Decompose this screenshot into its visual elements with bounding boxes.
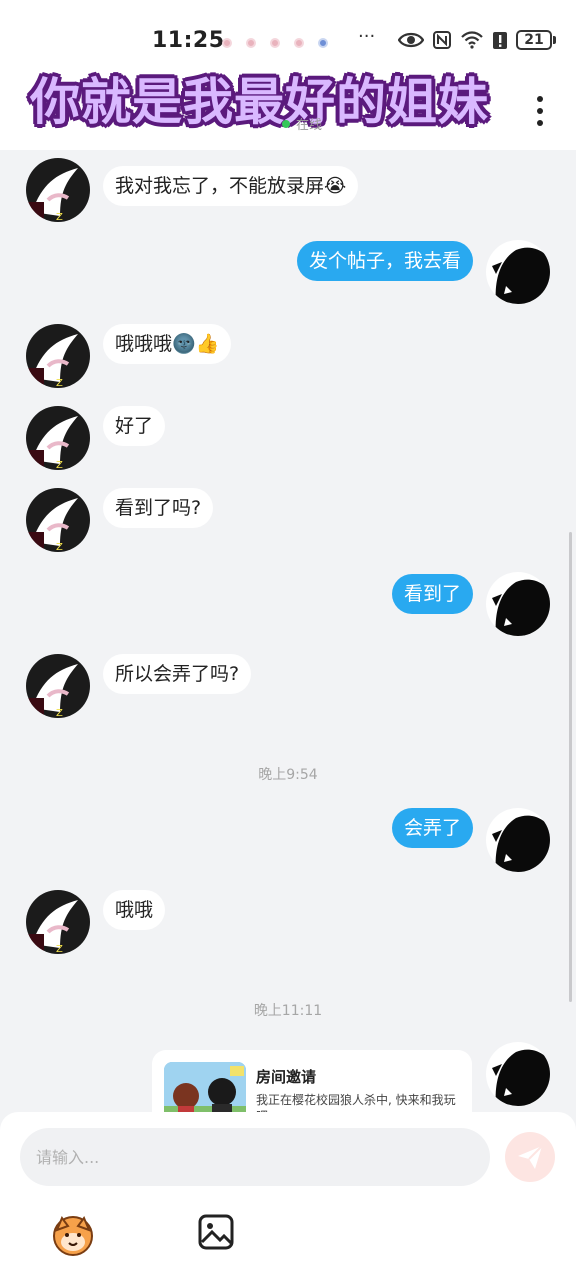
- contact-avatar[interactable]: Z: [26, 158, 90, 222]
- my-avatar[interactable]: [486, 1042, 550, 1106]
- emoji-button[interactable]: [50, 1212, 96, 1258]
- notification-icon: [294, 38, 304, 48]
- message-input[interactable]: [20, 1128, 490, 1186]
- message-bubble[interactable]: 哦哦哦🌚👍: [103, 324, 232, 364]
- message-bubble[interactable]: 会弄了: [391, 808, 473, 848]
- status-time: 11:25: [152, 28, 225, 53]
- notification-icons: [222, 38, 328, 48]
- message-bubble[interactable]: 发个帖子，我去看: [296, 241, 473, 281]
- svg-text:Z: Z: [56, 708, 63, 718]
- svg-text:Z: Z: [56, 542, 63, 552]
- status-more-indicator: ···: [358, 26, 376, 47]
- timestamp: 晚上9:54: [258, 767, 318, 783]
- invite-description: 我正在樱花校园狼人杀中, 快来和我玩吧: [256, 1093, 456, 1112]
- send-button[interactable]: [505, 1132, 555, 1182]
- message-bubble[interactable]: 好了: [103, 406, 166, 446]
- my-avatar[interactable]: [486, 572, 550, 636]
- nfc-icon: [433, 31, 451, 49]
- notification-icon: [318, 38, 328, 48]
- battery-level: 21: [516, 30, 552, 50]
- wifi-icon: [461, 31, 483, 49]
- message-bubble[interactable]: 看到了吗?: [103, 488, 214, 528]
- invite-title: 房间邀请: [256, 1068, 317, 1086]
- message-bubble[interactable]: 所以会弄了吗?: [103, 654, 252, 694]
- chat-scrollbar[interactable]: [569, 532, 572, 1002]
- message-bubble[interactable]: 哦哦: [103, 890, 166, 930]
- contact-avatar[interactable]: Z: [26, 406, 90, 470]
- my-avatar[interactable]: [486, 240, 550, 304]
- overlay-caption: 你就是我最好的姐妹: [30, 73, 489, 131]
- chat-header: 11:25 ··· 21 你就是我最好的姐妹 在线: [0, 0, 576, 150]
- my-avatar[interactable]: [486, 808, 550, 872]
- contact-avatar[interactable]: Z: [26, 654, 90, 718]
- svg-text:Z: Z: [56, 944, 63, 954]
- message-bubble[interactable]: 我对我忘了，不能放录屏😭: [103, 166, 359, 206]
- more-button[interactable]: [530, 96, 550, 126]
- system-icons: 21: [398, 30, 556, 50]
- message-bubble[interactable]: 看到了: [391, 574, 473, 614]
- contact-avatar[interactable]: Z: [26, 488, 90, 552]
- online-dot-icon: [282, 119, 290, 128]
- battery-icon: 21: [516, 30, 556, 50]
- online-status-label: 在线: [296, 118, 323, 133]
- game-thumbnail: [164, 1062, 246, 1112]
- svg-text:Z: Z: [56, 378, 63, 388]
- message-list[interactable]: Z 我对我忘了，不能放录屏😭 发个帖子，我去看 Z 哦哦哦🌚👍 Z 好了 Z 看…: [0, 150, 576, 1112]
- contact-avatar[interactable]: Z: [26, 890, 90, 954]
- send-icon: [518, 1145, 543, 1169]
- status-bar: 11:25 ··· 21: [0, 26, 576, 60]
- svg-text:Z: Z: [56, 212, 63, 222]
- room-invite-card[interactable]: 房间邀请 我正在樱花校园狼人杀中, 快来和我玩吧: [152, 1050, 472, 1112]
- alert-icon: [493, 32, 507, 49]
- notification-icon: [222, 38, 232, 48]
- timestamp: 晚上11:11: [253, 1003, 323, 1019]
- eye-icon: [398, 32, 424, 48]
- contact-avatar[interactable]: Z: [26, 324, 90, 388]
- notification-icon: [270, 38, 280, 48]
- svg-text:Z: Z: [56, 460, 63, 470]
- image-button[interactable]: [196, 1212, 242, 1258]
- input-bar: [0, 1112, 576, 1280]
- emoji-icon: [53, 1216, 93, 1256]
- more-vertical-icon: [537, 96, 543, 102]
- online-status: 在线: [282, 114, 322, 133]
- image-icon: [198, 1214, 234, 1250]
- notification-icon: [246, 38, 256, 48]
